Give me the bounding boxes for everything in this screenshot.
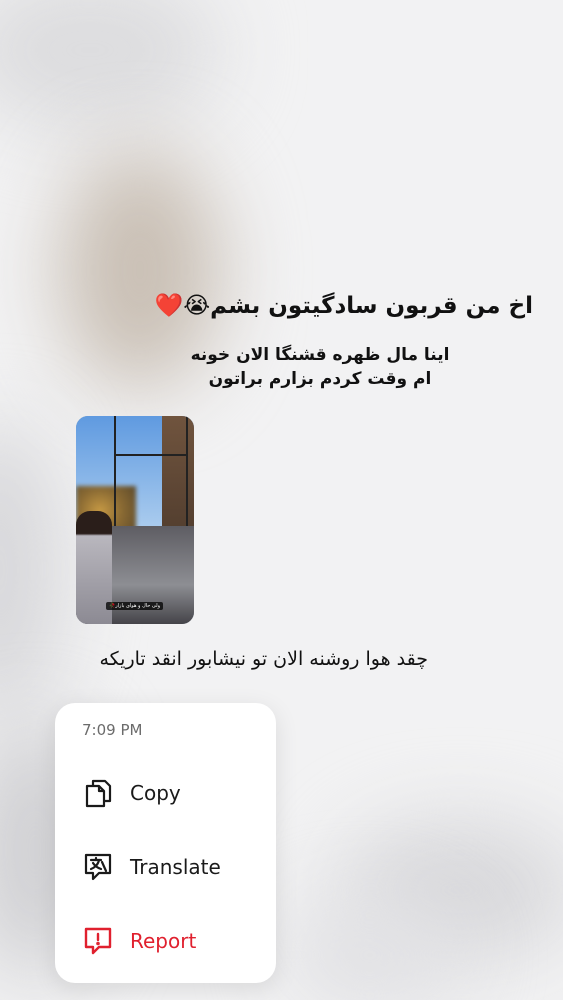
- thumbnail-caption: ولی حال و هوای بازار🥀: [106, 602, 164, 610]
- report-button[interactable]: Report: [82, 920, 262, 962]
- report-label: Report: [130, 929, 197, 953]
- translate-icon: [82, 851, 114, 883]
- crying-emoji: 😭: [183, 293, 211, 319]
- copy-label: Copy: [130, 781, 181, 805]
- translate-button[interactable]: Translate: [82, 846, 262, 888]
- story-caption-line2a: اینا مال ظهره قشنگا الان خونه: [190, 345, 450, 365]
- copy-icon: [82, 777, 114, 809]
- copy-button[interactable]: Copy: [82, 772, 262, 814]
- context-menu: 7:09 PM Copy Translate Report: [55, 703, 276, 983]
- story-caption-text: اخ من قربون سادگیتون بشم: [210, 293, 533, 319]
- story-caption-line2b: ام وقت کردم بزارم براتون: [208, 369, 432, 389]
- report-icon: [82, 925, 114, 957]
- story-caption-line2: اینا مال ظهره قشنگا الان خونه ام وقت کرد…: [180, 343, 460, 391]
- thumbnail-scaffold: [114, 416, 188, 526]
- story-thumbnail[interactable]: ولی حال و هوای بازار🥀: [76, 416, 194, 624]
- message-timestamp: 7:09 PM: [82, 721, 143, 739]
- story-caption-line1: اخ من قربون سادگیتون بشم😭❤️: [155, 292, 533, 319]
- reply-message: چقد هوا روشنه الان تو نیشابور انقد تاریک…: [99, 648, 429, 670]
- translate-label: Translate: [130, 855, 221, 879]
- heart-emoji: ❤️: [154, 293, 184, 319]
